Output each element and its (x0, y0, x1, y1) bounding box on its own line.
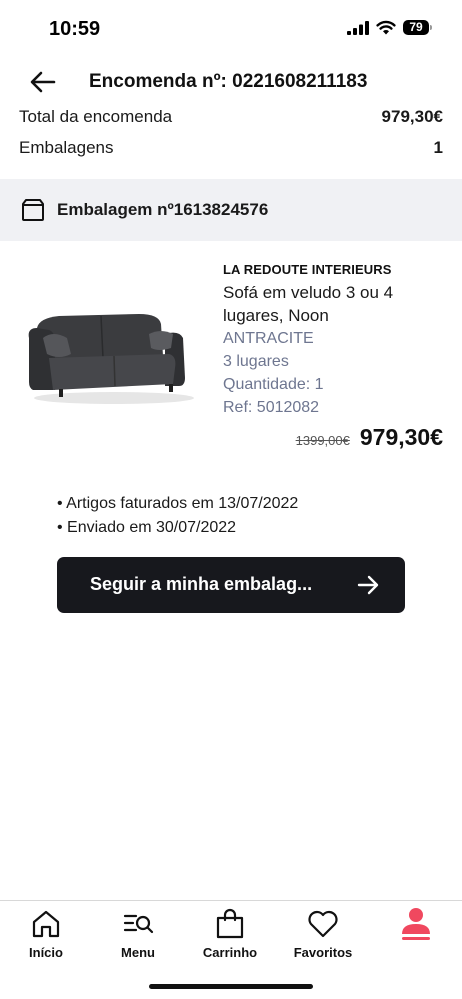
tab-favorites[interactable]: Favoritos (277, 907, 369, 967)
tab-favorites-label: Favoritos (293, 945, 353, 960)
packages-count-row: Embalagens 1 (19, 138, 443, 158)
product-old-price: 1399,00€ (295, 433, 350, 448)
account-icon (402, 908, 430, 940)
event-invoiced: • Artigos faturados em 13/07/2022 (57, 495, 299, 512)
packages-count-value: 1 (433, 138, 443, 157)
product-info: LA REDOUTE INTERIEURS Sofá em veludo 3 o… (223, 262, 443, 419)
product-price-row: 1399,00€ 979,30€ (296, 424, 443, 451)
battery-cap (430, 25, 432, 30)
signal-icon (347, 20, 369, 35)
menu-search-icon (123, 914, 154, 934)
product-size: 3 lugares (223, 353, 289, 370)
tab-cart[interactable]: Carrinho (184, 907, 276, 967)
tab-cart-label: Carrinho (202, 945, 258, 960)
order-total-value: 979,30€ (381, 107, 443, 126)
product-price: 979,30€ (359, 424, 443, 450)
tab-menu[interactable]: Menu (92, 907, 184, 967)
home-icon (32, 910, 60, 938)
battery-indicator: 79 (403, 20, 432, 35)
tab-home[interactable]: Início (0, 907, 92, 967)
shipping-events: • Artigos faturados em 13/07/2022 • Envi… (57, 492, 298, 540)
product-name[interactable]: Sofá em veludo 3 ou 4 lugares, Noon (223, 281, 443, 327)
home-indicator (149, 984, 313, 989)
package-header: Embalagem nº1613824576 (0, 179, 462, 241)
product-image-sofa[interactable] (19, 298, 197, 408)
tab-account[interactable] (370, 907, 462, 967)
status-bar: 10:59 79 (0, 0, 462, 58)
bag-icon (216, 908, 244, 939)
package-box-icon (22, 199, 44, 221)
product-color: ANTRACITE (223, 330, 314, 347)
packages-count-label: Embalagens (19, 138, 114, 157)
battery-level: 79 (403, 20, 429, 35)
event-shipped: • Enviado em 30/07/2022 (57, 519, 237, 536)
arrow-right-icon (357, 575, 379, 595)
package-title: Embalagem nº1613824576 (57, 200, 269, 219)
order-total-label: Total da encomenda (19, 107, 173, 126)
order-header: Encomenda nº: 0221608211183 (0, 62, 462, 102)
product-brand: LA REDOUTE INTERIEURS (223, 262, 392, 277)
product-ref: Ref: 5012082 (223, 399, 320, 416)
heart-icon (308, 910, 338, 938)
track-package-label: Seguir a minha embalag... (90, 574, 313, 594)
wifi-icon (376, 20, 396, 35)
page-title: Encomenda nº: 0221608211183 (89, 71, 368, 92)
product-item[interactable]: LA REDOUTE INTERIEURS Sofá em veludo 3 o… (0, 258, 462, 458)
order-total-row: Total da encomenda 979,30€ (19, 107, 443, 127)
tab-menu-label: Menu (121, 945, 155, 960)
product-quantity: Quantidade: 1 (223, 376, 324, 393)
track-package-button[interactable]: Seguir a minha embalag... (57, 557, 405, 613)
status-time: 10:59 (49, 18, 101, 40)
tab-home-label: Início (29, 945, 63, 960)
status-icons: 79 (347, 20, 432, 35)
back-button[interactable] (28, 68, 58, 96)
arrow-left-icon (30, 71, 56, 93)
